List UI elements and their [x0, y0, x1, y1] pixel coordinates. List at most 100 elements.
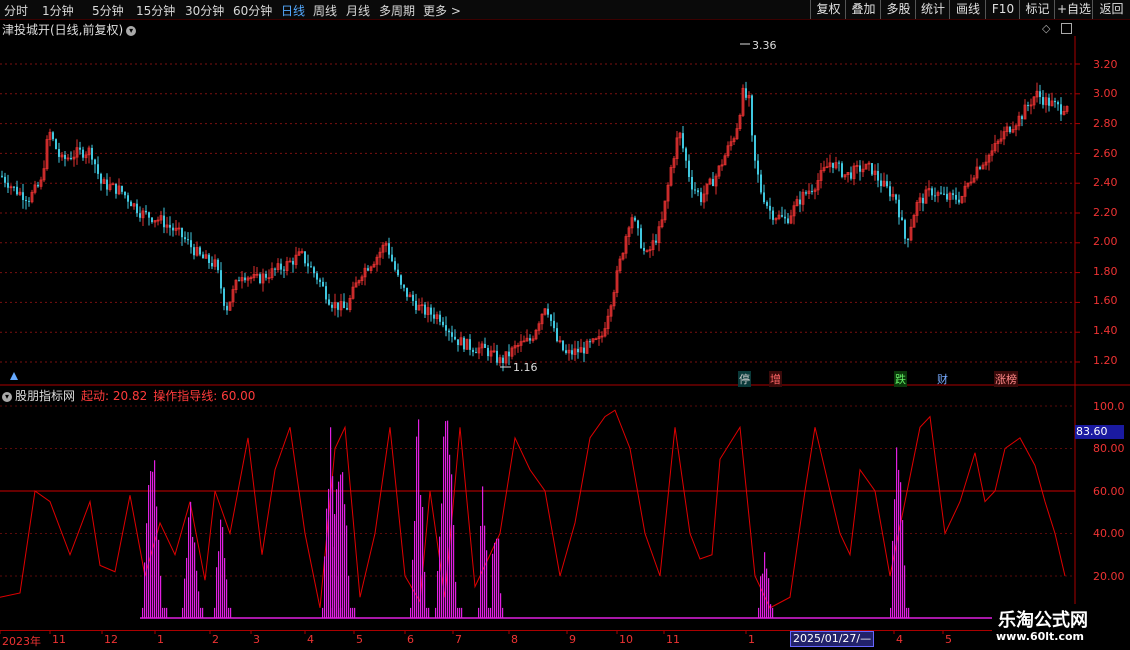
add-watchlist-button[interactable]: +自选 — [1054, 0, 1093, 19]
indicator-bar — [340, 474, 342, 618]
candle-body — [420, 304, 424, 307]
event-marker-limit-list[interactable]: 涨榜 — [994, 371, 1018, 387]
period-tab-60分钟[interactable]: 60分钟 — [233, 2, 272, 19]
candle-body — [472, 349, 474, 353]
candle-body — [1065, 106, 1069, 112]
candle-body — [1009, 126, 1011, 133]
candle-body — [252, 274, 256, 279]
indicator-bar — [455, 581, 457, 618]
candle-body — [886, 181, 888, 187]
indicator-bar — [194, 542, 196, 618]
period-tab-5分钟[interactable]: 5分钟 — [92, 2, 124, 19]
indicator-bar — [451, 474, 453, 618]
indicator-bar — [196, 570, 198, 618]
chevron-down-icon[interactable]: ▾ — [126, 25, 137, 36]
event-marker-drop[interactable]: 跌 — [894, 371, 907, 387]
candle-body — [688, 160, 690, 177]
period-tab-30分钟[interactable]: 30分钟 — [185, 2, 224, 19]
candle-body — [22, 192, 24, 201]
candle-body — [529, 338, 531, 341]
indicator-bar — [166, 607, 168, 618]
back-button[interactable]: 返回 — [1092, 0, 1130, 19]
overlay-button[interactable]: 叠加 — [845, 0, 881, 19]
period-tab-月线[interactable]: 月线 — [346, 2, 370, 19]
candle-body — [148, 212, 150, 218]
candle-body — [70, 157, 72, 160]
indicator-tick: 80.00 — [1093, 442, 1125, 455]
candle-body — [231, 289, 235, 303]
candle-body — [102, 179, 106, 184]
period-tab-日线[interactable]: 日线 — [281, 2, 305, 19]
panel-toggle-icon[interactable] — [1061, 23, 1072, 34]
candle-body — [72, 156, 76, 160]
candle-body — [106, 179, 108, 190]
indicator-bar — [461, 607, 463, 618]
candle-body — [307, 263, 309, 267]
candle-body — [769, 205, 771, 211]
draw-line-button[interactable]: 画线 — [949, 0, 986, 19]
f10-button[interactable]: F10 — [985, 0, 1020, 19]
price-tick: 2.60 — [1093, 147, 1118, 160]
period-tab-1分钟[interactable]: 1分钟 — [42, 2, 74, 19]
indicator-bar — [500, 593, 502, 618]
candle-body — [292, 261, 294, 265]
candle-body — [630, 217, 634, 229]
indicator-bar — [202, 607, 204, 618]
candle-body — [799, 199, 801, 205]
mark-button[interactable]: 标记 — [1019, 0, 1055, 19]
candle-body — [891, 194, 895, 197]
indicator-bar — [340, 607, 342, 618]
time-tick: 4 — [307, 633, 314, 646]
event-marker-finance[interactable]: 财 — [936, 371, 949, 387]
candle-body — [360, 276, 364, 282]
indicator-bar — [184, 578, 186, 618]
candle-body — [108, 184, 112, 190]
candle-body — [145, 210, 147, 213]
candle-body — [163, 215, 165, 228]
candle-body — [579, 347, 583, 353]
candle-body — [124, 191, 126, 196]
candle-body — [1029, 104, 1033, 107]
candle-body — [496, 350, 498, 363]
candle-body — [1023, 104, 1027, 120]
candle-body — [915, 202, 919, 216]
indicator-bar — [330, 607, 332, 618]
time-axis: 2023年 11 12 1 2 3 4 5 6 7 8 9 10 11 1 4 … — [0, 630, 1075, 649]
candle-body — [297, 251, 301, 256]
event-marker-suspend[interactable]: 停 — [738, 371, 751, 387]
indicator-bar — [230, 607, 232, 618]
candle-body — [777, 214, 781, 219]
indicator-bar — [418, 419, 420, 618]
candle-body — [1002, 131, 1006, 140]
kline-chart[interactable] — [0, 0, 1130, 650]
chevron-down-icon[interactable]: ▾ — [2, 391, 12, 402]
candle-body — [675, 137, 679, 160]
restore-rights-button[interactable]: 复权 — [810, 0, 846, 19]
event-marker-increase[interactable]: 增 — [769, 371, 782, 387]
indicator-bar — [439, 536, 441, 618]
candle-body — [912, 215, 916, 228]
period-tab-多周期[interactable]: 多周期 — [379, 2, 415, 19]
candle-body — [565, 350, 567, 353]
main-chart-title: 津投城开(日线,前复权) ▾ — [2, 21, 137, 38]
period-tab-周线[interactable]: 周线 — [313, 2, 337, 19]
period-tab-分时[interactable]: 分时 — [4, 2, 28, 19]
candle-body — [873, 170, 877, 175]
statistics-button[interactable]: 统计 — [915, 0, 950, 19]
diamond-icon[interactable]: ◇ — [1042, 22, 1050, 35]
candle-body — [400, 275, 402, 285]
more-periods-button[interactable]: 更多 > — [423, 2, 461, 19]
candle-body — [792, 205, 796, 217]
period-tab-15分钟[interactable]: 15分钟 — [136, 2, 175, 19]
indicator-bar — [457, 607, 459, 618]
candle-body — [199, 247, 201, 255]
candle-body — [801, 191, 805, 205]
multi-stock-button[interactable]: 多股 — [880, 0, 916, 19]
candle-body — [156, 219, 160, 222]
indicator-bar — [459, 607, 461, 618]
indicator-bar — [502, 607, 504, 618]
candle-body — [25, 200, 27, 202]
candle-body — [612, 292, 616, 307]
candle-body — [18, 191, 22, 195]
candle-body — [922, 197, 924, 204]
